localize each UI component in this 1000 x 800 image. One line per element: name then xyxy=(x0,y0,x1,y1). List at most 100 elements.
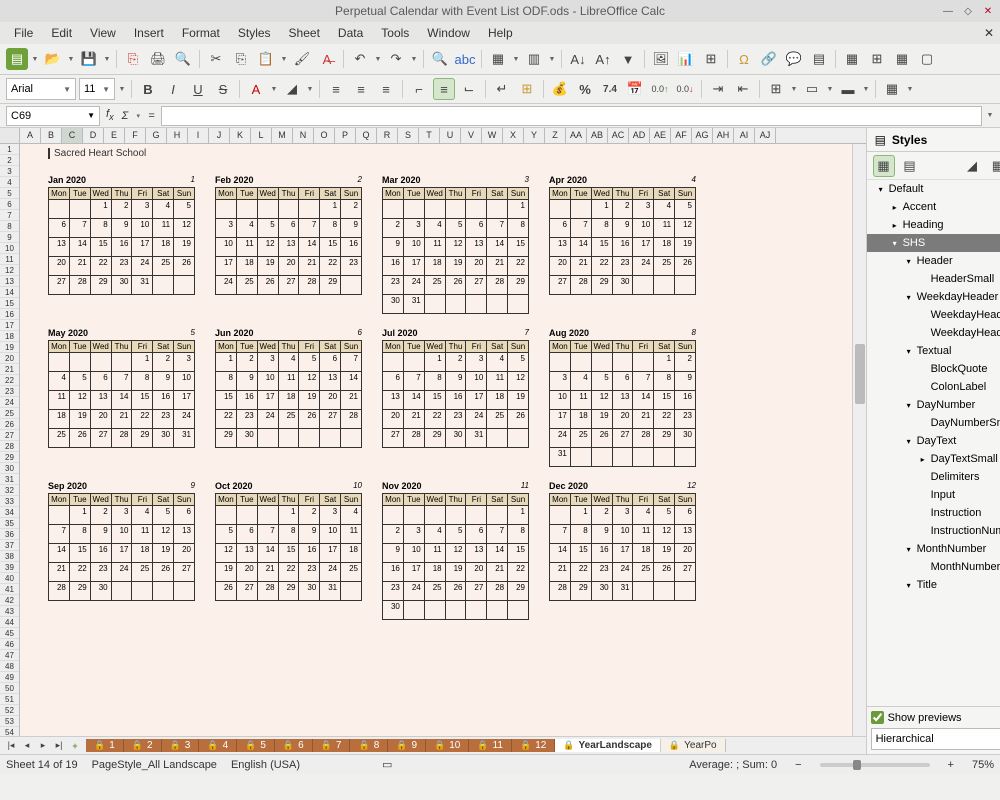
style-weekdayheader[interactable]: ▾WeekdayHeader xyxy=(867,288,1000,306)
sort-asc-button[interactable]: A↓ xyxy=(567,48,589,70)
row-headers[interactable]: 1234567891011121314151617181920212223242… xyxy=(0,144,20,736)
clone-formatting-button[interactable]: 🖌 xyxy=(291,48,313,70)
decrease-indent-button[interactable]: ⇤ xyxy=(732,78,754,100)
row-header-10[interactable]: 10 xyxy=(0,243,19,254)
row-header-50[interactable]: 50 xyxy=(0,683,19,694)
menu-window[interactable]: Window xyxy=(419,24,478,42)
autofilter-button[interactable]: ▼ xyxy=(617,48,639,70)
window-button[interactable]: ▢ xyxy=(916,48,938,70)
page-style-info[interactable]: PageStyle_All Landscape xyxy=(92,759,217,771)
col-header-R[interactable]: R xyxy=(377,128,398,143)
border-color-dropdown[interactable]: ▼ xyxy=(862,78,870,100)
headers-footers-button[interactable]: ▤ xyxy=(808,48,830,70)
col-header-AD[interactable]: AD xyxy=(629,128,650,143)
row-header-44[interactable]: 44 xyxy=(0,617,19,628)
styles-tree[interactable]: ▾Default▸Accent▸Heading▾SHS▾HeaderHeader… xyxy=(867,180,1000,706)
paste-button[interactable]: 📋 xyxy=(255,48,277,70)
freeze-button[interactable]: ⊞ xyxy=(866,48,888,70)
row-header-54[interactable]: 54 xyxy=(0,727,19,736)
row-header-37[interactable]: 37 xyxy=(0,540,19,551)
row-header-36[interactable]: 36 xyxy=(0,529,19,540)
find-button[interactable]: 🔍 xyxy=(429,48,451,70)
redo-button[interactable]: ↷ xyxy=(385,48,407,70)
sheet-tab-yearlandscape[interactable]: 🔒YearLandscape xyxy=(555,739,661,752)
bold-button[interactable]: B xyxy=(137,78,159,100)
comment-button[interactable]: 💬 xyxy=(783,48,805,70)
first-sheet-button[interactable]: |◂ xyxy=(4,739,18,753)
chart-button[interactable]: 📊 xyxy=(675,48,697,70)
merge-button[interactable]: ⊞ xyxy=(516,78,538,100)
close-button[interactable]: ✕ xyxy=(982,5,994,17)
paste-dropdown[interactable]: ▼ xyxy=(280,48,288,70)
row-header-13[interactable]: 13 xyxy=(0,276,19,287)
conditional-button[interactable]: ▦ xyxy=(881,78,903,100)
col-header-A[interactable]: A xyxy=(20,128,41,143)
row-header-15[interactable]: 15 xyxy=(0,298,19,309)
row-header-53[interactable]: 53 xyxy=(0,716,19,727)
col-header-B[interactable]: B xyxy=(41,128,62,143)
highlight-button[interactable]: ◢ xyxy=(281,78,303,100)
row-header-48[interactable]: 48 xyxy=(0,661,19,672)
align-right-button[interactable]: ≡ xyxy=(375,78,397,100)
row-button[interactable]: ▦ xyxy=(487,48,509,70)
border-color-button[interactable]: ▬ xyxy=(837,78,859,100)
row-header-19[interactable]: 19 xyxy=(0,342,19,353)
row-header-33[interactable]: 33 xyxy=(0,496,19,507)
col-header-J[interactable]: J xyxy=(209,128,230,143)
row-header-39[interactable]: 39 xyxy=(0,562,19,573)
col-header-V[interactable]: V xyxy=(461,128,482,143)
cell-grid[interactable]: Sacred Heart School Jan 20201MonTueWedTh… xyxy=(20,144,852,736)
cell-styles-button[interactable]: ▦ xyxy=(873,155,895,177)
row-header-5[interactable]: 5 xyxy=(0,188,19,199)
row-header-25[interactable]: 25 xyxy=(0,408,19,419)
row-dropdown[interactable]: ▼ xyxy=(512,48,520,70)
borders-button[interactable]: ⊞ xyxy=(765,78,787,100)
row-header-32[interactable]: 32 xyxy=(0,485,19,496)
save-dropdown[interactable]: ▼ xyxy=(103,48,111,70)
menu-help[interactable]: Help xyxy=(480,24,521,42)
col-header-U[interactable]: U xyxy=(440,128,461,143)
sheet-tab-11[interactable]: 🔒11 xyxy=(469,739,512,752)
sheet-tab-yearpo[interactable]: 🔒YearPo xyxy=(661,739,726,752)
row-header-52[interactable]: 52 xyxy=(0,705,19,716)
row-header-22[interactable]: 22 xyxy=(0,375,19,386)
cell-reference-box[interactable]: C69▼ xyxy=(6,106,100,126)
formula-button[interactable]: = xyxy=(146,110,156,122)
font-size-dropdown[interactable]: ▼ xyxy=(118,78,126,100)
col-header-AF[interactable]: AF xyxy=(671,128,692,143)
style-headersmall[interactable]: HeaderSmall xyxy=(867,270,1000,288)
align-center-h-button[interactable]: ≡ xyxy=(350,78,372,100)
col-header-AB[interactable]: AB xyxy=(587,128,608,143)
style-delimiters[interactable]: Delimiters xyxy=(867,468,1000,486)
currency-button[interactable]: 💰 xyxy=(549,78,571,100)
align-center-v-button[interactable]: ≡ xyxy=(433,78,455,100)
undo-dropdown[interactable]: ▼ xyxy=(374,48,382,70)
align-top-button[interactable]: ⌐ xyxy=(408,78,430,100)
font-color-dropdown[interactable]: ▼ xyxy=(270,78,278,100)
style-instruction[interactable]: Instruction xyxy=(867,504,1000,522)
sum-dropdown[interactable]: ▾ xyxy=(134,105,142,127)
pdf-button[interactable]: ⎘ xyxy=(122,48,144,70)
zoom-out-button[interactable]: − xyxy=(791,759,805,771)
wrap-button[interactable]: ↵ xyxy=(491,78,513,100)
styles-filter-select[interactable]: Hierarchical▼ xyxy=(871,728,1000,750)
style-default[interactable]: ▾Default xyxy=(867,180,1000,198)
col-header-X[interactable]: X xyxy=(503,128,524,143)
col-header-O[interactable]: O xyxy=(314,128,335,143)
highlight-dropdown[interactable]: ▼ xyxy=(306,78,314,100)
col-header-N[interactable]: N xyxy=(293,128,314,143)
col-header-AE[interactable]: AE xyxy=(650,128,671,143)
row-header-42[interactable]: 42 xyxy=(0,595,19,606)
sheet-tab-9[interactable]: 🔒9 xyxy=(388,739,426,752)
col-header-G[interactable]: G xyxy=(146,128,167,143)
col-header-Y[interactable]: Y xyxy=(524,128,545,143)
spellcheck-button[interactable]: abc xyxy=(454,48,476,70)
show-previews-checkbox[interactable]: Show previews xyxy=(871,711,1000,724)
new-button[interactable]: ▤ xyxy=(6,48,28,70)
cut-button[interactable]: ✂ xyxy=(205,48,227,70)
image-button[interactable]: 🖼 xyxy=(650,48,672,70)
italic-button[interactable]: I xyxy=(162,78,184,100)
row-header-35[interactable]: 35 xyxy=(0,518,19,529)
col-header-I[interactable]: I xyxy=(188,128,209,143)
zoom-slider[interactable] xyxy=(820,763,930,767)
